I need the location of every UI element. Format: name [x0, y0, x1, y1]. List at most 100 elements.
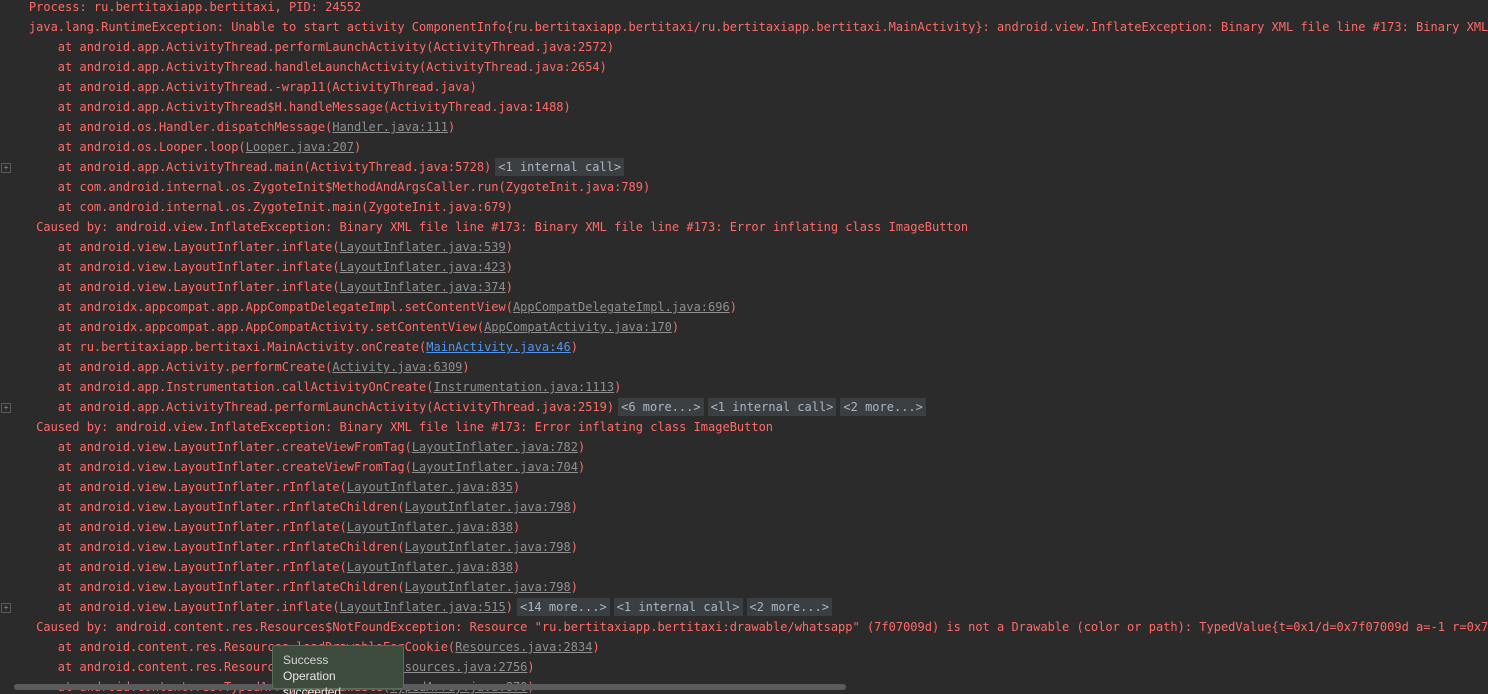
- collapsed-frames-button[interactable]: <1 internal call>: [707, 398, 837, 416]
- log-line: at androidx.appcompat.app.AppCompatDeleg…: [0, 297, 737, 317]
- collapsed-frames-button[interactable]: <1 internal call>: [495, 158, 625, 176]
- log-line: at android.view.LayoutInflater.rInflate(…: [0, 517, 520, 537]
- log-line-suffix: ): [512, 520, 521, 534]
- log-line: at android.view.LayoutInflater.rInflateC…: [0, 577, 578, 597]
- log-line: at android.view.LayoutInflater.inflate(L…: [0, 257, 513, 277]
- log-line-text: at android.view.LayoutInflater.inflate(: [57, 600, 340, 614]
- log-line-suffix: ): [512, 480, 521, 494]
- collapsed-frames-button[interactable]: <14 more...>: [516, 598, 610, 616]
- source-link[interactable]: AppCompatActivity.java:170: [484, 320, 672, 334]
- log-line-text: at android.view.LayoutInflater.rInflate(: [57, 520, 347, 534]
- log-line-text: at android.app.ActivityThread.handleLaun…: [57, 60, 607, 74]
- log-line-text: Caused by: android.content.res.Resources…: [36, 620, 1488, 634]
- log-line-text: at android.app.ActivityThread.performLau…: [57, 40, 615, 54]
- log-line: Caused by: android.view.InflateException…: [0, 217, 968, 237]
- log-line-text: at android.view.LayoutInflater.inflate(: [57, 240, 340, 254]
- source-link[interactable]: MainActivity.java:46: [426, 340, 571, 354]
- source-link[interactable]: LayoutInflater.java:798: [405, 580, 571, 594]
- notification-title: Success: [283, 653, 329, 667]
- log-line-text: Process: ru.bertitaxiapp.bertitaxi, PID:…: [28, 0, 362, 14]
- log-line: at android.view.LayoutInflater.inflate(L…: [0, 277, 513, 297]
- log-line-text: at android.view.LayoutInflater.rInflateC…: [57, 540, 405, 554]
- collapsed-frames-button[interactable]: <1 internal call>: [613, 598, 743, 616]
- log-line-suffix: ): [512, 560, 521, 574]
- log-line: at android.os.Handler.dispatchMessage(Ha…: [0, 117, 455, 137]
- source-link[interactable]: Looper.java:207: [246, 140, 354, 154]
- log-line-suffix: ): [527, 660, 535, 674]
- log-line-suffix: ): [570, 540, 578, 554]
- source-link[interactable]: LayoutInflater.java:374: [340, 280, 506, 294]
- log-line: at android.view.LayoutInflater.inflate(L…: [0, 597, 832, 617]
- log-line-suffix: ): [671, 320, 680, 334]
- log-line: at com.android.internal.os.ZygoteInit$Me…: [0, 177, 650, 197]
- log-line-text: at android.app.ActivityThread.-wrap11(Ac…: [57, 80, 477, 94]
- source-link[interactable]: LayoutInflater.java:838: [347, 560, 513, 574]
- log-line-text: at android.app.ActivityThread$H.handleMe…: [57, 100, 571, 114]
- log-line-suffix: ): [592, 640, 600, 654]
- log-line-text: at android.app.ActivityThread.performLau…: [57, 400, 615, 414]
- log-line-suffix: ): [577, 440, 586, 454]
- log-line: at android.os.Looper.loop(Looper.java:20…: [0, 137, 361, 157]
- log-line: at android.view.LayoutInflater.createVie…: [0, 437, 585, 457]
- log-line: at android.view.LayoutInflater.rInflate(…: [0, 477, 520, 497]
- source-link[interactable]: LayoutInflater.java:838: [347, 520, 513, 534]
- collapsed-frames-button[interactable]: <2 more...>: [840, 398, 926, 416]
- source-link[interactable]: LayoutInflater.java:835: [347, 480, 513, 494]
- log-line-text: at android.app.ActivityThread.main(Activ…: [57, 160, 492, 174]
- log-line-suffix: ): [462, 360, 470, 374]
- log-line: at android.view.LayoutInflater.rInflateC…: [0, 497, 578, 517]
- log-line-suffix: ): [447, 120, 456, 134]
- log-line-text: at ru.bertitaxiapp.bertitaxi.MainActivit…: [57, 340, 427, 354]
- log-line: Caused by: android.content.res.Resources…: [0, 617, 1488, 637]
- log-line-text: at android.app.Activity.performCreate(: [57, 360, 333, 374]
- source-link[interactable]: AppCompatDelegateImpl.java:696: [513, 300, 730, 314]
- log-line-suffix: ): [577, 460, 586, 474]
- log-line: at android.app.ActivityThread.performLau…: [0, 37, 614, 57]
- log-line-text: at android.view.LayoutInflater.rInflateC…: [57, 580, 405, 594]
- horizontal-scrollbar[interactable]: [14, 684, 846, 690]
- log-line: Process: ru.bertitaxiapp.bertitaxi, PID:…: [0, 0, 361, 17]
- source-link[interactable]: Resources.java:2834: [455, 640, 592, 654]
- log-line: at android.app.ActivityThread.main(Activ…: [0, 157, 625, 177]
- source-link[interactable]: LayoutInflater.java:423: [340, 260, 506, 274]
- log-line-text: java.lang.RuntimeException: Unable to st…: [28, 20, 1488, 34]
- success-notification[interactable]: Success Operation succeeded: [272, 645, 404, 694]
- source-link[interactable]: LayoutInflater.java:539: [340, 240, 506, 254]
- source-link[interactable]: LayoutInflater.java:704: [412, 460, 578, 474]
- log-line-text: at android.view.LayoutInflater.inflate(: [57, 260, 340, 274]
- log-line: at android.app.ActivityThread.handleLaun…: [0, 57, 607, 77]
- source-link[interactable]: Activity.java:6309: [332, 360, 462, 374]
- source-link[interactable]: LayoutInflater.java:798: [405, 540, 571, 554]
- log-line-text: at android.view.LayoutInflater.createVie…: [57, 440, 412, 454]
- logcat-console[interactable]: + + + Process: ru.bertitaxiapp.bertitaxi, …: [0, 0, 1488, 694]
- source-link[interactable]: LayoutInflater.java:515: [340, 600, 506, 614]
- log-line-suffix: ): [505, 280, 513, 294]
- log-line: at android.app.ActivityThread.performLau…: [0, 397, 926, 417]
- log-line: at android.app.Activity.performCreate(Ac…: [0, 357, 470, 377]
- log-line-text: at android.os.Handler.dispatchMessage(: [57, 120, 333, 134]
- source-link[interactable]: Handler.java:111: [332, 120, 448, 134]
- log-line: at android.view.LayoutInflater.inflate(L…: [0, 237, 513, 257]
- log-line-suffix: ): [729, 300, 737, 314]
- log-line: at android.app.ActivityThread$H.handleMe…: [0, 97, 571, 117]
- log-line-text: at androidx.appcompat.app.AppCompatDeleg…: [57, 300, 513, 314]
- log-line: at android.view.LayoutInflater.createVie…: [0, 457, 585, 477]
- source-link[interactable]: LayoutInflater.java:798: [405, 500, 571, 514]
- log-line: at android.app.Instrumentation.callActiv…: [0, 377, 622, 397]
- log-line-text: at android.view.LayoutInflater.rInflateC…: [57, 500, 405, 514]
- log-line: at ru.bertitaxiapp.bertitaxi.MainActivit…: [0, 337, 578, 357]
- collapsed-frames-button[interactable]: <6 more...>: [618, 398, 704, 416]
- log-line-suffix: ): [570, 580, 578, 594]
- log-line: at android.content.res.Resources.loadDra…: [0, 657, 535, 677]
- log-line-suffix: ): [505, 600, 513, 614]
- source-link[interactable]: Resources.java:2756: [390, 660, 527, 674]
- log-line: at com.android.internal.os.ZygoteInit.ma…: [0, 197, 513, 217]
- log-line-suffix: ): [570, 340, 578, 354]
- source-link[interactable]: LayoutInflater.java:782: [412, 440, 578, 454]
- log-line-text: at android.view.LayoutInflater.inflate(: [57, 280, 340, 294]
- collapsed-frames-button[interactable]: <2 more...>: [746, 598, 832, 616]
- source-link[interactable]: Instrumentation.java:1113: [433, 380, 614, 394]
- log-line-suffix: ): [354, 140, 362, 154]
- log-line-text: at android.view.LayoutInflater.rInflate(: [57, 480, 347, 494]
- log-line-text: at androidx.appcompat.app.AppCompatActiv…: [57, 320, 485, 334]
